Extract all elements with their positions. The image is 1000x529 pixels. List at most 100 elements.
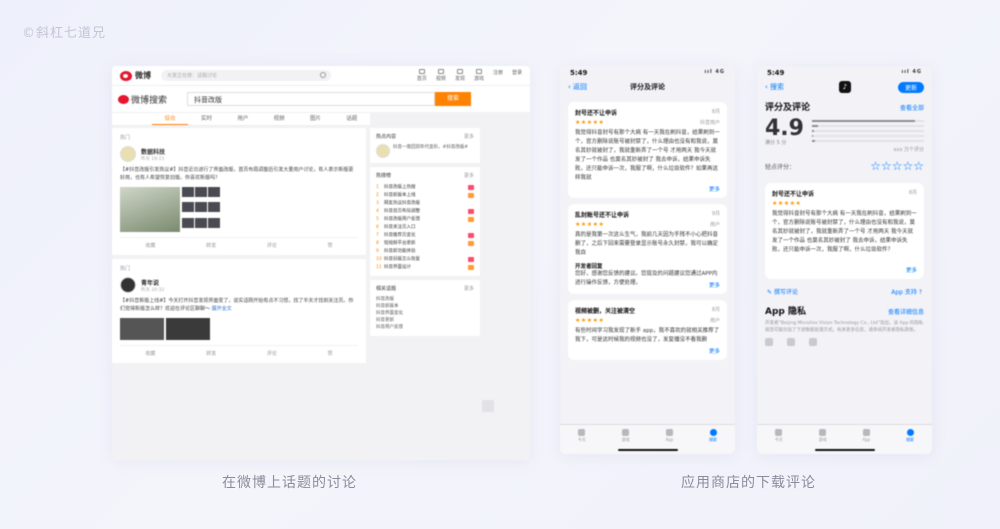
post-image[interactable]: [120, 318, 164, 340]
status-bar: 5:49 ııl 4G: [757, 66, 932, 78]
tab-realtime[interactable]: 实时: [188, 113, 224, 125]
weibo-search-input[interactable]: 抖音改版: [187, 92, 436, 106]
tab-search[interactable]: 搜索: [906, 429, 914, 454]
back-to-top-button[interactable]: [482, 400, 494, 412]
hot-badge-icon: [468, 216, 474, 222]
post-body-text: 【#抖音新版上线#】今天打开抖音发现界面变了，说实话刚开始有点不习惯，找了半天才…: [120, 298, 354, 312]
review-card[interactable]: 封号还不让申诉 8月 ★★★★★ 抖音用户 我觉得抖音封号有那个大病 有一天我在刷抖…: [568, 102, 727, 198]
hot-search-item[interactable]: 8 短视频平台更新: [376, 239, 474, 247]
hot-search-text: 抖音改版用户反馈: [384, 217, 420, 222]
tab-search[interactable]: 搜索: [709, 429, 717, 454]
post-user[interactable]: 数据科技 昨天 19:15: [120, 146, 358, 162]
related-more-link[interactable]: 更多: [464, 285, 474, 292]
like-button[interactable]: 赞: [328, 350, 333, 357]
see-all-link[interactable]: 查看全部: [900, 103, 924, 112]
post-author[interactable]: 青年说: [141, 278, 164, 287]
hot-search-item[interactable]: 6 抖音关注页入口: [376, 223, 474, 231]
favorite-button[interactable]: 收藏: [145, 242, 155, 249]
update-button[interactable]: 更新: [897, 81, 924, 93]
weibo-nav: 首页 视频 发现 游戏 注册 登录: [417, 69, 522, 82]
privacy-details-link[interactable]: 查看详细信息: [888, 307, 924, 316]
related-topic-item[interactable]: 抖音更新: [376, 317, 474, 324]
post-image[interactable]: [120, 187, 180, 232]
weibo-search-row: 微博搜索 抖音改版 搜索: [112, 86, 530, 112]
write-review-button[interactable]: ✎ 撰写评论: [767, 287, 798, 296]
hot-badge-icon: [468, 201, 474, 206]
search-icon[interactable]: [320, 72, 326, 78]
avatar[interactable]: [120, 146, 136, 162]
review-card[interactable]: 视频被删，关注被清空 8月 ★★★★★ 用户 有些时间学习我发现了新手 app，我不…: [568, 300, 727, 360]
back-button[interactable]: ‹ 返回: [568, 82, 587, 92]
app-support-button[interactable]: App 支持 ?: [891, 287, 922, 296]
star-rating: ★★★★★: [575, 317, 605, 324]
weibo-search-button[interactable]: 搜索: [435, 92, 472, 106]
hot-search-item[interactable]: 1 抖音改版上热搜: [376, 183, 474, 191]
post-images: [120, 187, 358, 232]
more-link[interactable]: 更多: [705, 185, 720, 193]
ratings-section: 评分及评论 查看全部 4.9 满分 5 分 xxx 万个评分 轻点评分： ☆☆☆…: [757, 96, 932, 177]
nav-register[interactable]: 注册: [493, 69, 503, 82]
repost-button[interactable]: 转发: [206, 350, 216, 357]
search-icon: [906, 429, 914, 436]
nav-home[interactable]: 首页: [417, 69, 427, 82]
hot-search-item[interactable]: 2 抖音新版本上线: [376, 191, 474, 199]
status-time: 5:49: [767, 69, 785, 77]
related-topic-item[interactable]: 抖音新版本: [376, 303, 474, 310]
weibo-logo[interactable]: 微博: [120, 70, 151, 81]
hot-search-item[interactable]: 9 抖音新功能体验: [376, 247, 474, 255]
hot-search-item[interactable]: 11 抖音界面设计: [376, 263, 474, 271]
hot-search-text: 网友热议抖音改版: [384, 201, 420, 206]
review-title: 封号还不让申诉: [772, 191, 815, 198]
more-link[interactable]: 更多: [902, 266, 917, 274]
game-icon: [475, 69, 482, 74]
avatar[interactable]: [120, 277, 136, 293]
hot-badge-icon: [468, 256, 474, 262]
nav-bar: ‹ 返回 评分及评论: [560, 78, 735, 96]
tab-images[interactable]: 图片: [297, 113, 333, 125]
post-author[interactable]: 数据科技: [141, 147, 165, 156]
hot-search-item[interactable]: 4 抖音首页布局调整: [376, 207, 474, 215]
host-more-link[interactable]: 更多: [464, 133, 474, 140]
related-topic-item[interactable]: 抖音界面变化: [376, 310, 474, 317]
post-thumbnail-grid[interactable]: [182, 187, 220, 232]
review-card[interactable]: 封号还不让申诉 8月 ★★★★★ 我觉得抖音封号有那个大病 有一天我在刷抖音，结果…: [765, 183, 924, 279]
nav-video[interactable]: 视频: [436, 69, 446, 82]
favorite-button[interactable]: 收藏: [145, 350, 155, 357]
developer-reply-title: 开发者回复: [575, 264, 603, 270]
expand-link[interactable]: 展开全文: [212, 306, 232, 312]
hot-search-item[interactable]: 7 抖音推荐页变化: [376, 231, 474, 239]
repost-button[interactable]: 转发: [206, 242, 216, 249]
post-user[interactable]: 青年说 昨天 20:32: [120, 277, 358, 293]
tap-to-rate-stars[interactable]: ☆☆☆☆☆: [870, 159, 924, 173]
tab-users[interactable]: 用户: [225, 113, 261, 125]
nav-login[interactable]: 登录: [512, 69, 522, 82]
weibo-logo-text: 微博: [135, 71, 151, 80]
tab-topics[interactable]: 话题: [334, 113, 370, 125]
related-topic-item[interactable]: 抖音用户反馈: [376, 324, 474, 331]
nav-game[interactable]: 游戏: [474, 69, 484, 82]
tab-all[interactable]: 综合: [152, 113, 189, 125]
more-link[interactable]: 更多: [705, 281, 720, 289]
comment-button[interactable]: 评论: [267, 350, 277, 357]
hot-search-item[interactable]: 3 网友热议抖音改版: [376, 199, 474, 207]
rating-bar-fill: [811, 130, 815, 132]
back-button[interactable]: ‹ 搜索: [765, 82, 784, 92]
tab-today[interactable]: 今天: [578, 429, 586, 454]
related-topic-item[interactable]: 抖音改版: [376, 296, 474, 303]
signal-indicator: ııl 4G: [704, 69, 725, 75]
hot-search-item[interactable]: 10 抖音旧版怎么恢复: [376, 255, 474, 263]
comment-button[interactable]: 评论: [267, 242, 277, 249]
review-card[interactable]: 乱封账号还不让申诉 9月 ★★★★★ 用户 真的是我第一次这么生气，我前几天因为手残…: [568, 204, 727, 294]
more-link[interactable]: 更多: [705, 347, 720, 355]
hot-search-more-link[interactable]: 更多: [464, 172, 474, 179]
today-icon: [578, 429, 586, 436]
nav-discover[interactable]: 发现: [455, 69, 465, 82]
post-image[interactable]: [166, 318, 210, 340]
hot-search-item[interactable]: 5 抖音改版用户反馈: [376, 215, 474, 223]
host-post[interactable]: 抖音一夜回到年代变形，#抖音改版#: [376, 144, 474, 158]
weibo-top-search[interactable]: 大家正在搜：话题讨论: [161, 70, 331, 81]
like-button[interactable]: 赞: [328, 242, 333, 249]
tab-videos[interactable]: 视频: [261, 113, 297, 125]
hot-rank: 8: [376, 240, 379, 246]
tab-today[interactable]: 今天: [775, 429, 783, 454]
